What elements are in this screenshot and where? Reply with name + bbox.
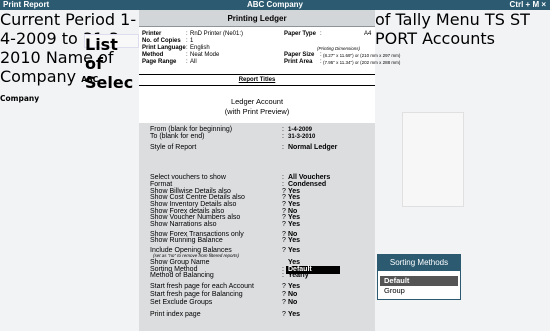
printer-settings: Printer : RnD Printer (Ne01:) No. of Cop…	[139, 27, 400, 75]
page-range-value[interactable]: All	[190, 59, 197, 66]
page-range-label: Page Range	[142, 59, 177, 65]
printing-ledger-dialog: Printing Ledger Printer : RnD Printer (N…	[139, 10, 400, 331]
report-titles-header: Report Titles	[139, 76, 375, 86]
title-bar: ABC Company Print Report Ctrl + M ×	[0, 0, 550, 10]
bg-fragment-4: ST	[509, 10, 530, 29]
paper-type-value[interactable]: A4	[364, 31, 371, 38]
sorting-option-default[interactable]: Default	[380, 276, 458, 286]
paper-type-label: Paper Type	[284, 31, 316, 37]
index-page-label: Print index page	[150, 311, 201, 318]
dialog-title: Printing Ledger	[139, 10, 375, 27]
print-area-label: Print Area	[284, 59, 313, 65]
method-value[interactable]: Neat Mode	[190, 52, 219, 59]
index-page-field[interactable]: Yes	[288, 311, 300, 319]
fresh-page-balancing-label: Start fresh page for Balancing	[150, 291, 243, 298]
window-title: Print Report	[3, 0, 50, 9]
background-left-panel: Current Period 1-4-2009 to 31-3-2010 Nam…	[0, 10, 139, 331]
background-menu-box	[402, 112, 464, 207]
exclude-groups-label: Set Exclude Groups	[150, 299, 213, 306]
paper-size-label: Paper Size	[284, 52, 315, 58]
sorting-methods-popup: Sorting Methods Default Group	[377, 254, 461, 300]
printing-dimensions-label: (Printing Dimensions)	[317, 46, 361, 51]
opening-balances-field[interactable]: Yes	[288, 247, 300, 255]
running-balance-label: Show Running Balance	[150, 237, 223, 245]
narrations-field[interactable]: Yes	[288, 221, 300, 229]
printer-value[interactable]: RnD Printer (Ne01:)	[190, 31, 243, 38]
list-of-selected-box: List of Selec	[84, 34, 139, 92]
bg-fragment-6: Accounts	[422, 29, 495, 48]
bg-fragment-1: of Tally	[375, 10, 431, 29]
bg-fragment-5: PORT	[375, 29, 417, 48]
narrations-label: Show Narrations also	[150, 220, 217, 228]
paper-size-value: (8.27" x 11.69") or (210 mm x 297 mm)	[323, 53, 401, 58]
style-field[interactable]: Normal Ledger	[288, 144, 337, 152]
report-options: From (blank for beginning) : 1-4-2009 To…	[139, 123, 375, 331]
style-label: Style of Report	[150, 143, 197, 151]
language-label: Print Language	[142, 45, 186, 51]
fresh-page-account-label: Start fresh page for each Account	[150, 283, 254, 290]
current-period-label: Current Period	[0, 10, 116, 29]
running-balance-field[interactable]: Yes	[288, 237, 300, 245]
report-title-block[interactable]: Ledger Account (with Print Preview)	[139, 97, 375, 117]
report-title-line1: Ledger Account	[230, 97, 284, 106]
report-titles-label: Report Titles	[238, 77, 276, 83]
printer-label: Printer	[142, 31, 162, 37]
bg-fragment-3: TS	[484, 10, 505, 29]
copies-value[interactable]: 1	[190, 38, 193, 45]
fresh-page-account-field[interactable]: Yes	[288, 283, 300, 291]
balancing-label: Method of Balancing	[150, 272, 214, 280]
to-date-field[interactable]: 31-3-2010	[288, 133, 315, 141]
report-title-line2: (with Print Preview)	[224, 107, 290, 116]
company-title: ABC Company	[246, 0, 303, 9]
close-shortcut[interactable]: Ctrl + M ×	[510, 0, 546, 10]
balancing-field[interactable]: Yearly	[288, 272, 309, 280]
method-label: Method	[142, 52, 164, 58]
to-date-label: To (blank for end)	[150, 132, 205, 140]
sorting-option-group[interactable]: Group	[380, 286, 458, 296]
fresh-page-balancing-field[interactable]: No	[288, 291, 297, 299]
bg-fragment-2: Menu	[435, 10, 480, 29]
exclude-groups-field[interactable]: No	[288, 299, 297, 307]
opening-balances-hint: (set as "no" to remove from filtered rep…	[153, 253, 239, 259]
language-value[interactable]: English	[190, 45, 210, 52]
popup-title: Sorting Methods	[378, 255, 460, 271]
copies-label: No. of Copies	[142, 38, 181, 44]
print-area-value: (7.95" x 11.34") or (202 mm x 288 mm)	[323, 60, 401, 65]
